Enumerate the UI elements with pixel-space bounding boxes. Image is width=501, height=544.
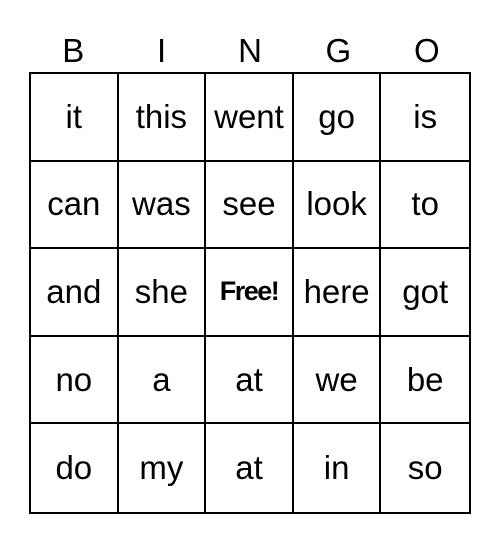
bingo-cell: is	[381, 74, 469, 162]
bingo-cell: so	[407, 449, 443, 487]
header-letter-g: G	[325, 31, 352, 69]
header-letter-i: I	[157, 31, 167, 69]
bingo-cell: at	[206, 336, 294, 425]
bingo-cell: here	[293, 249, 382, 337]
bingo-cell: at	[206, 424, 294, 512]
bingo-cell: look	[293, 161, 382, 250]
bingo-cell: was	[118, 161, 207, 250]
bingo-cell: be	[381, 337, 469, 425]
header-letter-n: N	[238, 31, 262, 69]
bingo-cell: to	[381, 162, 469, 250]
bingo-cell: see	[206, 161, 294, 250]
bingo-card-grid: it this went go is can was see look to a…	[29, 72, 471, 514]
bingo-cell: this	[118, 74, 207, 162]
bingo-header: B I N G O	[29, 28, 471, 72]
bingo-cell: we	[293, 336, 382, 425]
header-letter-o: O	[413, 31, 440, 69]
bingo-cell: no	[31, 336, 119, 425]
free-space-cell: Free!	[206, 249, 294, 337]
bingo-cell: went	[206, 74, 294, 162]
bingo-cell: go	[293, 74, 382, 162]
bingo-cell: got	[381, 249, 469, 337]
bingo-cell: in	[294, 424, 382, 512]
bingo-cell: and	[31, 249, 119, 337]
bingo-cell: my	[119, 424, 207, 512]
bingo-cell: can	[31, 161, 119, 250]
header-letter-b: B	[62, 31, 85, 69]
bingo-cell: do	[31, 424, 119, 512]
bingo-cell: a	[118, 336, 207, 425]
bingo-cell: it	[31, 74, 119, 162]
bingo-cell: she	[118, 249, 207, 337]
